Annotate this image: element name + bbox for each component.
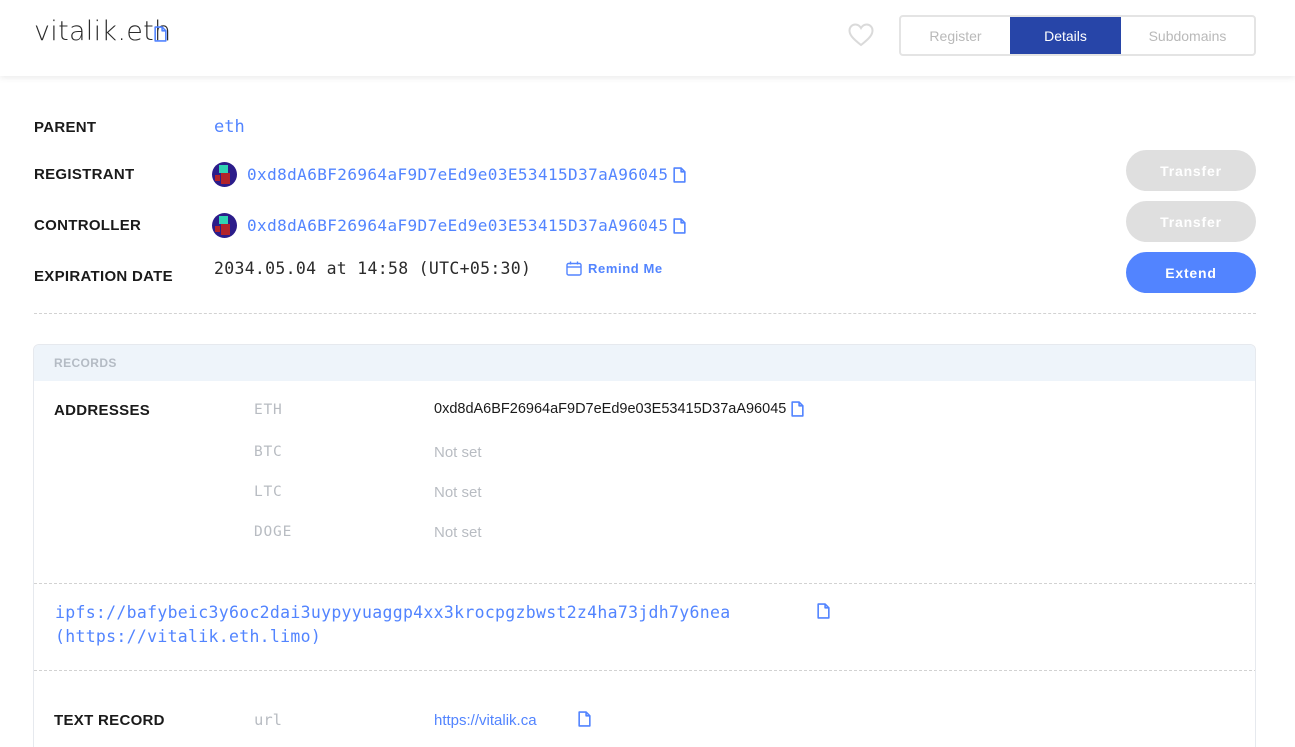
top-bar: vitalik.eth Register Details Subdomains xyxy=(0,0,1295,76)
controller-avatar xyxy=(212,213,237,238)
calendar-icon xyxy=(566,261,582,276)
content-hash-value: ipfs://bafybeic3y6oc2dai3uypyyuaggp4xx3k… xyxy=(55,603,731,622)
expiration-label: EXPIRATION DATE xyxy=(34,268,173,285)
copy-icon[interactable] xyxy=(154,26,167,42)
controller-transfer-button[interactable]: Transfer xyxy=(1126,201,1256,242)
coin-doge-label: DOGE xyxy=(254,524,293,540)
coin-btc-label: BTC xyxy=(254,444,283,460)
coin-ltc-value: Not set xyxy=(434,484,482,501)
copy-icon[interactable] xyxy=(673,167,686,183)
text-record-label: TEXT RECORD xyxy=(54,712,165,729)
content-hash-gateway: (https://vitalik.eth.limo) xyxy=(55,627,322,646)
parent-label: PARENT xyxy=(34,119,97,136)
controller-label: CONTROLLER xyxy=(34,217,142,234)
coin-ltc-label: LTC xyxy=(254,484,283,500)
records-heading: RECORDS xyxy=(34,345,1255,381)
section-divider xyxy=(34,313,1256,314)
copy-icon[interactable] xyxy=(673,218,686,234)
registrant-address-row: 0xd8dA6BF26964aF9D7eEd9e03E53415D37aA960… xyxy=(212,162,686,187)
extend-button[interactable]: Extend xyxy=(1126,252,1256,293)
domain-title: vitalik.eth xyxy=(34,16,172,47)
registrant-avatar xyxy=(212,162,237,187)
records-panel: RECORDS ADDRESSES ETH 0xd8dA6BF26964aF9D… xyxy=(33,344,1256,747)
remind-me-label: Remind Me xyxy=(588,261,663,276)
tab-register[interactable]: Register xyxy=(901,17,1010,54)
remind-me-link[interactable]: Remind Me xyxy=(566,261,663,276)
copy-icon[interactable] xyxy=(791,401,804,417)
registrant-address-link[interactable]: 0xd8dA6BF26964aF9D7eEd9e03E53415D37aA960… xyxy=(247,165,668,184)
registrant-label: REGISTRANT xyxy=(34,166,135,183)
controller-address-link[interactable]: 0xd8dA6BF26964aF9D7eEd9e03E53415D37aA960… xyxy=(247,216,668,235)
text-record-url-link[interactable]: https://vitalik.ca xyxy=(434,712,537,729)
coin-doge-value: Not set xyxy=(434,524,482,541)
eth-address: 0xd8dA6BF26964aF9D7eEd9e03E53415D37aA960… xyxy=(434,401,787,417)
content-hash-link[interactable]: ipfs://bafybeic3y6oc2dai3uypyyuaggp4xx3k… xyxy=(55,601,730,649)
tab-details[interactable]: Details xyxy=(1010,17,1121,54)
coin-btc-value: Not set xyxy=(434,444,482,461)
controller-address-row: 0xd8dA6BF26964aF9D7eEd9e03E53415D37aA960… xyxy=(212,213,686,238)
coin-eth-label: ETH xyxy=(254,402,283,418)
tab-subdomains[interactable]: Subdomains xyxy=(1121,17,1254,54)
records-divider xyxy=(34,670,1255,671)
coin-eth-value: 0xd8dA6BF26964aF9D7eEd9e03E53415D37aA960… xyxy=(434,401,804,417)
expiration-date: 2034.05.04 at 14:58 (UTC+05:30) xyxy=(214,259,532,278)
addresses-label: ADDRESSES xyxy=(54,402,151,419)
favorite-heart-icon[interactable] xyxy=(848,23,874,47)
registrant-transfer-button[interactable]: Transfer xyxy=(1126,150,1256,191)
tab-bar: Register Details Subdomains xyxy=(899,15,1256,56)
copy-icon[interactable] xyxy=(578,711,591,727)
records-divider xyxy=(34,583,1255,584)
text-record-key: url xyxy=(254,711,282,729)
parent-link[interactable]: eth xyxy=(214,117,245,137)
copy-icon[interactable] xyxy=(817,603,830,619)
